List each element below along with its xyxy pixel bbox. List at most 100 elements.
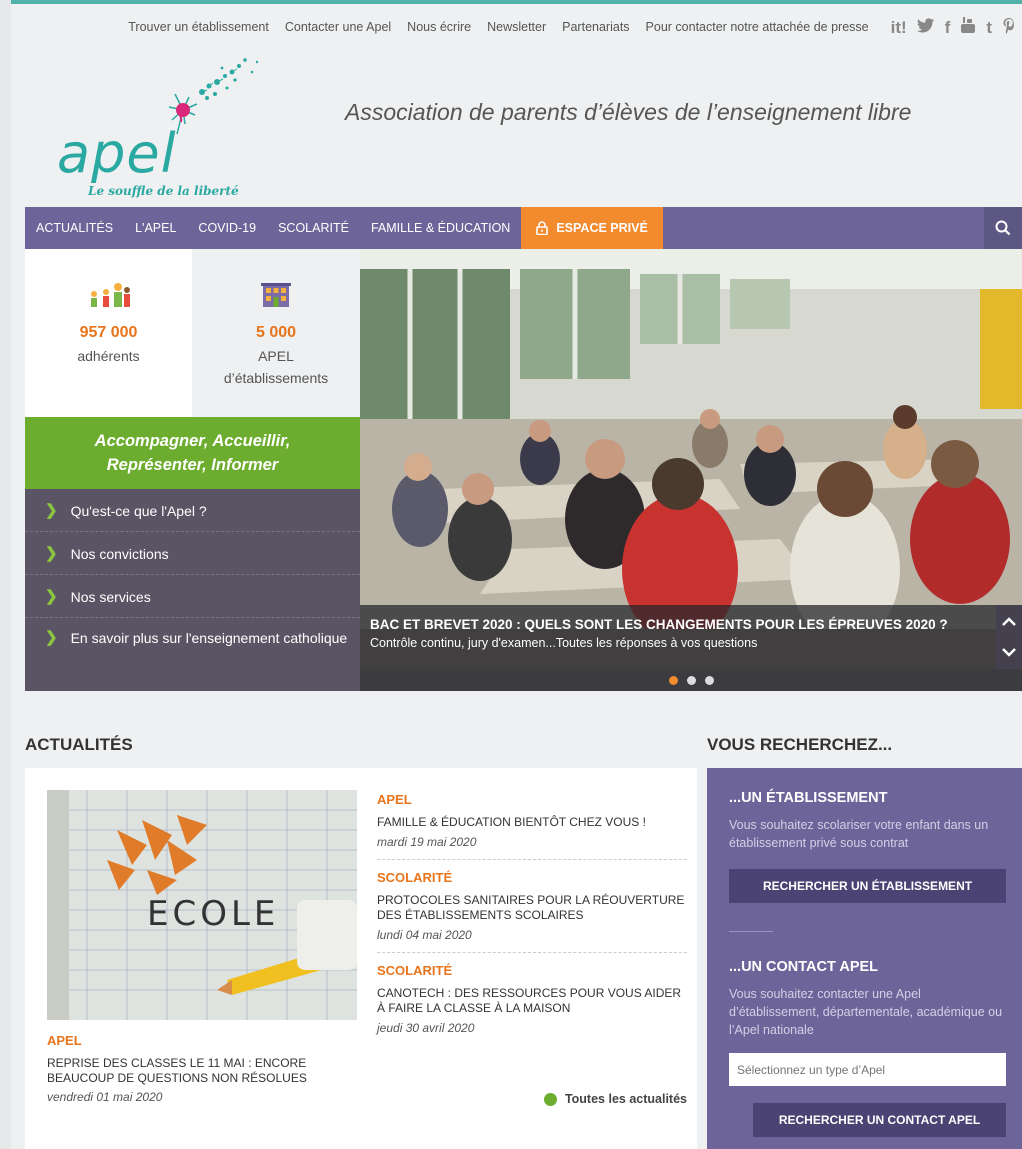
nav-scolarite[interactable]: Scolarité [267,207,360,249]
link-convictions-label: Nos convictions [70,546,169,562]
social-links: it! f t [881,17,1016,37]
search-icon [995,220,1011,236]
link-catholic-education-label: En savoir plus sur l'enseignement cathol… [70,630,348,646]
search-school-button[interactable]: Rechercher un établissement [729,869,1006,903]
family-icon [90,283,130,307]
link-catholic-education[interactable]: ❯ En savoir plus sur l'enseignement catho… [25,618,360,658]
slider-dots [360,669,1022,691]
stats-panel: 957 000 adhérents 5 000 APEL d’établissem… [25,249,360,417]
search-button[interactable] [984,207,1022,249]
news-main-date: vendredi 01 mai 2020 [47,1090,163,1104]
stat-members-label: adhérents [77,348,140,364]
news-item-category[interactable]: SCOLARITÉ [377,963,687,978]
news-item-category[interactable]: SCOLARITÉ [377,870,687,885]
news-item: SCOLARITÉ Protocoles sanitaires pour la … [377,870,687,953]
youtube-icon[interactable] [960,17,976,37]
chevron-up-icon[interactable] [1002,617,1016,626]
site-tagline: Association de parents d’élèves de l’ens… [345,99,912,125]
stat-schools-number: 5 000 [255,324,297,341]
search-heading: VOUS RECHERCHEZ... [707,735,893,754]
news-main-title[interactable]: Reprise des classes le 11 mai : encore b… [47,1056,357,1086]
stat-schools-label-line1: APEL [258,348,294,364]
mission-line-1: Accompagner, Accueillir, [94,432,291,450]
chevron-right-icon: ❯ [45,588,58,605]
search-school-text: Vous souhaitez scolariser votre enfant d… [729,818,989,850]
search-contact-title: ...UN CONTACT APEL [729,959,879,975]
top-accent-strip [0,0,1022,4]
apel-logo[interactable]: apel Le souffle de la liberté [57,52,272,202]
apel-type-select[interactable] [729,1053,1006,1086]
hero-subtitle: Contrôle continu, jury d'examen...Toutes… [370,636,758,650]
news-item-title[interactable]: Canotech : des ressources pour vous aide… [377,986,687,1016]
link-partnerships[interactable]: Partenariats [562,20,629,34]
news-item: SCOLARITÉ Canotech : des ressources pour… [377,963,687,1045]
tumblr-icon[interactable]: t [986,19,992,36]
search-contact-text: Vous souhaitez contacter une Apel d’étab… [729,987,1003,1037]
stat-schools-label: APEL d’établissements [192,345,360,389]
stat-members-number: 957 000 [79,324,138,341]
nav-private-space-button[interactable]: ESPACE PRIVÉ [521,207,663,249]
chevron-right-icon: ❯ [45,629,58,646]
chevron-right-icon: ❯ [45,545,58,562]
logo-wordmark: apel [57,122,177,185]
site-header: apel Le souffle de la liberté Associatio… [25,46,1022,206]
main-nav: Actualités L'Apel COVID-19 Scolarité Fam… [25,207,1022,249]
news-main-category[interactable]: APEL [47,1033,82,1048]
news-panel: ECOLE APEL Reprise des classes le 11 mai… [25,768,697,1149]
nav-lapel[interactable]: L'Apel [124,207,187,249]
arrow-circle-icon [543,1092,557,1106]
link-contact-apel[interactable]: Contacter une Apel [285,20,391,34]
all-news-link[interactable]: Toutes les actualités [543,1092,687,1106]
stat-members: 957 000 adhérents [25,249,192,417]
hero-arrows [996,605,1022,669]
search-school-title: ...UN ÉTABLISSEMENT [729,790,888,806]
stat-schools: 5 000 APEL d’établissements [192,249,360,417]
news-main-image[interactable]: ECOLE [47,790,357,1020]
news-item-title[interactable]: Protocoles sanitaires pour la réouvertur… [377,893,687,923]
link-newsletter[interactable]: Newsletter [487,20,546,34]
mission-line-2: Représenter, Informer [106,456,279,474]
pinterest-icon[interactable] [1002,17,1016,37]
slider-dot-1[interactable] [668,675,678,685]
school-notebook-photo: ECOLE [47,790,357,1020]
news-list: APEL Famille & Éducation bientôt chez vo… [377,792,687,1055]
slider-arrows [1002,617,1016,657]
search-contact-button[interactable]: Rechercher un contact Apel [753,1103,1006,1137]
link-what-is-apel-label: Qu'est-ce que l'Apel ? [70,503,207,519]
nav-covid[interactable]: COVID-19 [187,207,267,249]
facebook-icon[interactable]: f [945,19,951,36]
hero-title[interactable]: BAC ET BREVET 2020 : QUELS SONT LES CHAN… [370,617,1012,632]
search-panel: ...UN ÉTABLISSEMENT Vous souhaitez scola… [707,768,1022,1149]
nav-private-label: ESPACE PRIVÉ [556,221,648,235]
news-heading: ACTUALITÉS [25,735,133,754]
slider-dot-2[interactable] [686,675,696,685]
link-what-is-apel[interactable]: ❯ Qu'est-ce que l'Apel ? [25,489,360,532]
link-services[interactable]: ❯ Nos services [25,575,360,618]
divider [729,931,773,932]
chevron-down-icon[interactable] [1002,648,1016,657]
news-item-date: jeudi 30 avril 2020 [377,1021,475,1035]
link-find-school[interactable]: Trouver un établissement [128,20,269,34]
link-services-label: Nos services [70,589,151,605]
news-item-date: lundi 04 mai 2020 [377,928,472,942]
news-item: APEL Famille & Éducation bientôt chez vo… [377,792,687,860]
link-press-contact[interactable]: Pour contacter notre attachée de presse [646,20,869,34]
nav-actualites[interactable]: Actualités [25,207,124,249]
logo-tagline: Le souffle de la liberté [88,184,239,198]
news-item-title[interactable]: Famille & Éducation bientôt chez vous ! [377,815,687,830]
mission-banner: Accompagner, Accueillir, Représenter, In… [25,417,360,489]
nav-famille-education[interactable]: Famille & Éducation [360,207,521,249]
lock-icon [536,221,549,235]
stat-schools-label-line2: d’établissements [223,370,329,386]
news-item-category[interactable]: APEL [377,792,687,807]
scoopit-icon[interactable]: it! [891,19,907,36]
slider-dot-3[interactable] [704,675,714,685]
about-links: ❯ Qu'est-ce que l'Apel ? ❯ Nos convictions… [25,489,360,691]
link-convictions[interactable]: ❯ Nos convictions [25,532,360,575]
hero-slider[interactable]: BAC ET BREVET 2020 : QUELS SONT LES CHAN… [360,249,1022,691]
chevron-right-icon: ❯ [45,502,58,519]
image-caption-ecole: ECOLE [147,894,279,934]
utility-bar: Trouver un établissement Contacter une A… [25,10,1022,44]
link-write-us[interactable]: Nous écrire [407,20,471,34]
twitter-icon[interactable] [916,18,935,36]
